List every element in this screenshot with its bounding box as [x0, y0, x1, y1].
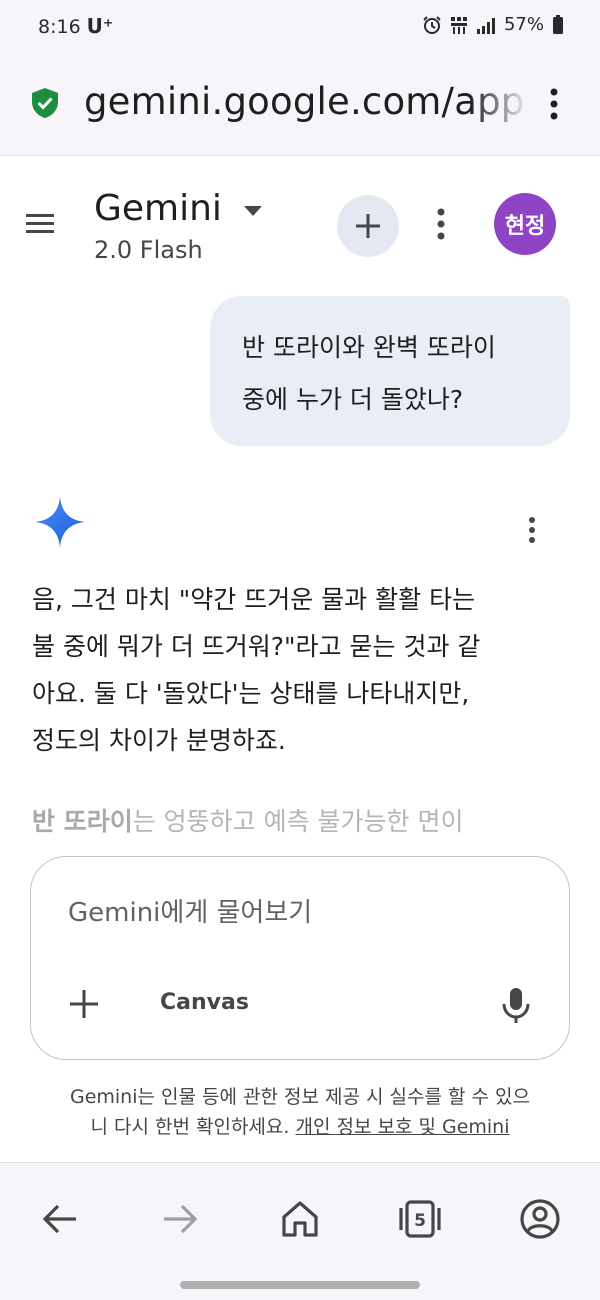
forward-arrow-icon[interactable] [156, 1195, 204, 1243]
chevron-down-icon[interactable] [242, 204, 264, 218]
status-time-group: 8:16 U⁺ [38, 14, 113, 38]
tabs-count: 5 [414, 1211, 426, 1231]
user-message-line: 중에 누가 더 돌았나? [242, 385, 464, 414]
browser-bottom-nav: 5 [0, 1162, 600, 1300]
gemini-sparkle-icon [34, 496, 86, 548]
privacy-link[interactable]: 개인 정보 보호 및 Gemini [295, 1116, 509, 1138]
screen: 8:16 U⁺ 57% gemini.google.com/app/7 Gemin… [0, 0, 600, 1300]
status-bar: 8:16 U⁺ 57% [0, 0, 600, 52]
tabs-icon: 5 [399, 1200, 441, 1238]
response-line: 불 중에 뭐가 더 뜨거워?"라고 묻는 것과 같 [32, 632, 481, 661]
battery-icon [553, 14, 563, 34]
carrier-label: U⁺ [86, 14, 114, 38]
model-name[interactable]: 2.0 Flash [94, 236, 203, 264]
prompt-input[interactable]: Gemini에게 물어보기 [68, 892, 312, 929]
response-more-icon[interactable] [522, 515, 542, 545]
new-chat-button[interactable] [337, 195, 399, 257]
security-shield-icon[interactable] [30, 87, 60, 119]
response-line: 정도의 차이가 분명하죠. [32, 726, 286, 755]
plus-icon [356, 214, 380, 238]
lte-icon [450, 16, 467, 34]
disclaimer-line-2: 니 다시 한번 확인하세요. 개인 정보 보호 및 Gemini [30, 1112, 570, 1142]
hamburger-menu-icon[interactable] [26, 212, 56, 236]
response-bold-term: 반 또라이 [32, 807, 133, 836]
status-icons: 57% [422, 14, 564, 35]
back-arrow-icon[interactable] [36, 1195, 84, 1243]
url-fade [470, 80, 530, 130]
disclaimer: Gemini는 인물 등에 관한 정보 제공 시 실수를 할 수 있으 니 다시… [30, 1082, 570, 1142]
home-icon[interactable] [276, 1195, 324, 1243]
account-icon[interactable] [516, 1195, 564, 1243]
disclaimer-line: Gemini는 인물 등에 관한 정보 제공 시 실수를 할 수 있으 [69, 1086, 531, 1108]
alarm-icon [423, 15, 441, 34]
response-faded-text: 는 엉뚱하고 예측 불가능한 면이 [132, 807, 464, 836]
browser-url-bar[interactable]: gemini.google.com/app/7 [0, 52, 600, 156]
prompt-input-box[interactable] [30, 856, 570, 1060]
user-message-bubble: 반 또라이와 완벽 또라이 중에 누가 더 돌았나? [210, 296, 570, 446]
response-line: 아요. 둘 다 '돌았다'는 상태를 나타내지만, [32, 679, 470, 708]
app-title[interactable]: Gemini [94, 188, 222, 229]
browser-menu-icon[interactable] [542, 86, 566, 122]
tabs-button[interactable]: 5 [396, 1195, 444, 1243]
signal-icon [476, 17, 495, 34]
avatar[interactable]: 현정 [494, 193, 556, 255]
response-line: 음, 그건 마치 "약간 뜨거운 물과 활활 타는 [32, 585, 476, 614]
url-text[interactable]: gemini.google.com/app/7 [84, 80, 524, 130]
microphone-icon[interactable] [500, 986, 532, 1024]
response-text: 음, 그건 마치 "약간 뜨거운 물과 활활 타는 불 중에 뭐가 더 뜨거워?… [32, 576, 572, 764]
disclaimer-text: 니 다시 한번 확인하세요. [90, 1116, 296, 1138]
user-message-line: 반 또라이와 완벽 또라이 [242, 333, 496, 362]
battery-percent: 57% [503, 14, 544, 35]
add-attachment-icon[interactable] [64, 984, 104, 1024]
gesture-handle[interactable] [180, 1281, 420, 1289]
canvas-button[interactable]: Canvas [160, 990, 249, 1015]
status-time: 8:16 [38, 16, 81, 38]
more-options-icon[interactable] [430, 206, 452, 242]
